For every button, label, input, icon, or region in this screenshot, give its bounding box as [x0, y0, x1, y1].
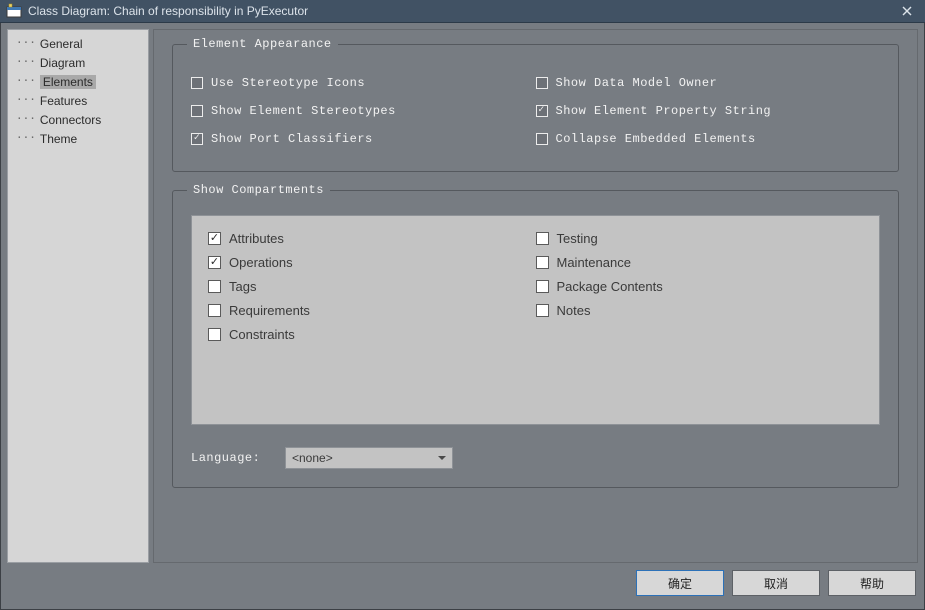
checkbox-notes[interactable]: Notes [536, 298, 864, 322]
checkbox-icon [208, 304, 221, 317]
checkbox-icon [191, 105, 203, 117]
app-icon [6, 3, 22, 19]
checkbox-label: Operations [229, 255, 293, 270]
combobox-value: <none> [292, 451, 333, 465]
checkbox-icon [536, 232, 549, 245]
sidebar-item-label: Features [40, 94, 87, 108]
checkbox-icon [536, 304, 549, 317]
sidebar-item-theme[interactable]: ··· Theme [8, 129, 148, 148]
sidebar-item-elements[interactable]: ··· Elements [8, 72, 148, 91]
tree-branch-icon: ··· [16, 55, 36, 68]
sidebar-item-general[interactable]: ··· General [8, 34, 148, 53]
checkbox-icon [536, 280, 549, 293]
tree-branch-icon: ··· [16, 131, 36, 144]
window-title: Class Diagram: Chain of responsibility i… [28, 4, 893, 18]
language-combobox[interactable]: <none> [285, 447, 453, 469]
cancel-button[interactable]: 取消 [732, 570, 820, 596]
sidebar-item-label: Elements [40, 75, 96, 89]
checkbox-operations[interactable]: Operations [208, 250, 536, 274]
sidebar-item-label: General [40, 37, 83, 51]
checkbox-label: Collapse Embedded Elements [556, 132, 756, 146]
sidebar-item-label: Theme [40, 132, 77, 146]
client-area: ··· General ··· Diagram ··· Elements ···… [0, 23, 925, 610]
checkbox-show-port-classifiers[interactable]: Show Port Classifiers [191, 125, 536, 153]
checkbox-label: Show Port Classifiers [211, 132, 373, 146]
checkbox-label: Show Data Model Owner [556, 76, 718, 90]
checkbox-icon [208, 328, 221, 341]
checkbox-show-data-model-owner[interactable]: Show Data Model Owner [536, 69, 881, 97]
checkbox-package-contents[interactable]: Package Contents [536, 274, 864, 298]
group-legend: Show Compartments [187, 183, 330, 197]
checkbox-label: Attributes [229, 231, 284, 246]
sidebar-item-diagram[interactable]: ··· Diagram [8, 53, 148, 72]
dialog-button-row: 确定 取消 帮助 [7, 563, 918, 603]
checkbox-icon [208, 232, 221, 245]
sidebar-item-label: Connectors [40, 113, 101, 127]
tree-branch-icon: ··· [16, 93, 36, 106]
checkbox-icon [536, 77, 548, 89]
checkbox-tags[interactable]: Tags [208, 274, 536, 298]
sidebar-item-label: Diagram [40, 56, 85, 70]
checkbox-icon [536, 105, 548, 117]
chevron-down-icon [438, 456, 446, 460]
compartments-list: Attributes Operations Tags [191, 215, 880, 425]
sidebar-item-connectors[interactable]: ··· Connectors [8, 110, 148, 129]
close-button[interactable] [893, 0, 921, 23]
checkbox-label: Notes [557, 303, 591, 318]
checkbox-label: Testing [557, 231, 598, 246]
checkbox-label: Use Stereotype Icons [211, 76, 365, 90]
close-icon [902, 6, 912, 16]
help-button[interactable]: 帮助 [828, 570, 916, 596]
checkbox-label: Tags [229, 279, 256, 294]
checkbox-icon [191, 77, 203, 89]
checkbox-maintenance[interactable]: Maintenance [536, 250, 864, 274]
content-panel: Element Appearance Use Stereotype Icons … [153, 29, 918, 563]
checkbox-label: Requirements [229, 303, 310, 318]
sidebar-item-features[interactable]: ··· Features [8, 91, 148, 110]
checkbox-label: Show Element Stereotypes [211, 104, 396, 118]
group-show-compartments: Show Compartments Attributes Operat [172, 190, 899, 488]
checkbox-show-element-property-string[interactable]: Show Element Property String [536, 97, 881, 125]
checkbox-icon [536, 133, 548, 145]
checkbox-collapse-embedded-elements[interactable]: Collapse Embedded Elements [536, 125, 881, 153]
checkbox-label: Maintenance [557, 255, 631, 270]
language-row: Language: <none> [191, 447, 880, 469]
checkbox-use-stereotype-icons[interactable]: Use Stereotype Icons [191, 69, 536, 97]
checkbox-icon [208, 256, 221, 269]
checkbox-requirements[interactable]: Requirements [208, 298, 536, 322]
language-label: Language: [191, 451, 285, 465]
button-label: 取消 [764, 575, 788, 592]
checkbox-constraints[interactable]: Constraints [208, 322, 536, 346]
checkbox-show-element-stereotypes[interactable]: Show Element Stereotypes [191, 97, 536, 125]
tree-branch-icon: ··· [16, 112, 36, 125]
titlebar: Class Diagram: Chain of responsibility i… [0, 0, 925, 23]
checkbox-attributes[interactable]: Attributes [208, 226, 536, 250]
checkbox-label: Package Contents [557, 279, 663, 294]
group-element-appearance: Element Appearance Use Stereotype Icons … [172, 44, 899, 172]
sidebar-tree: ··· General ··· Diagram ··· Elements ···… [7, 29, 149, 563]
checkbox-icon [208, 280, 221, 293]
button-label: 确定 [668, 575, 692, 592]
checkbox-label: Show Element Property String [556, 104, 772, 118]
checkbox-icon [191, 133, 203, 145]
group-legend: Element Appearance [187, 37, 338, 51]
tree-branch-icon: ··· [16, 36, 36, 49]
ok-button[interactable]: 确定 [636, 570, 724, 596]
checkbox-icon [536, 256, 549, 269]
checkbox-testing[interactable]: Testing [536, 226, 864, 250]
tree-branch-icon: ··· [16, 74, 36, 87]
checkbox-label: Constraints [229, 327, 295, 342]
button-label: 帮助 [860, 575, 884, 592]
